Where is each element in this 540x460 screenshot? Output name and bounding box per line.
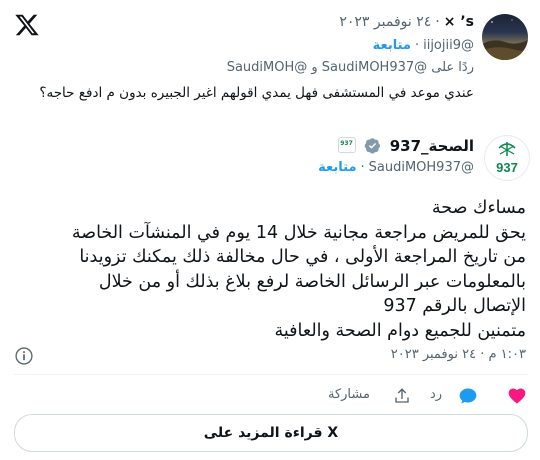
- tweet-line: مساءك صحة: [431, 198, 526, 218]
- moh-avatar[interactable]: 937: [484, 135, 530, 181]
- tweet-body: مساءك صحة يحق للمريض مراجعة مجانية خلال …: [16, 196, 526, 343]
- replying-to-prefix: ردًا على: [431, 60, 474, 75]
- tweet-line: الإتصال بالرقم 937: [383, 296, 526, 316]
- reply-author-avatar[interactable]: [482, 14, 528, 60]
- x-logo-icon[interactable]: [14, 12, 40, 38]
- replying-to-line: ردًا على @SaudiMOH937 و @SaudiMOH: [227, 60, 474, 75]
- reply-handle[interactable]: @iijojii9: [423, 38, 474, 53]
- reply-handle-line: @iijojii9·متابعة: [372, 38, 474, 53]
- share-icon: [395, 388, 409, 403]
- read-more-button[interactable]: قراءة المزيد على X: [14, 414, 528, 452]
- moh-avatar-text: 937: [496, 160, 518, 175]
- reply-follow-button[interactable]: متابعة: [373, 38, 411, 53]
- share-button[interactable]: [393, 386, 411, 410]
- verified-badge-icon: [364, 137, 381, 158]
- affiliate-badge-text: 937: [340, 140, 353, 147]
- reply-date[interactable]: ٢٤ نوفمبر ٢٠٢٣: [339, 14, 431, 30]
- share-label[interactable]: مشاركة: [328, 387, 370, 402]
- tweet-line: من تاريخ المراجعة الأولى ، في حال مخالفة…: [79, 247, 526, 267]
- tweet-follow-button[interactable]: متابعة: [318, 160, 356, 175]
- divider: [14, 374, 528, 375]
- tweet-handle[interactable]: @SaudiMOH937: [369, 160, 474, 175]
- heart-icon: [508, 388, 526, 404]
- tweet-line: بالمعلومات عبر الرسائل الخاصة لرفع بلاغ …: [98, 271, 526, 292]
- reply-button[interactable]: [458, 386, 478, 410]
- reply-icon: [459, 388, 477, 404]
- tweet-display-name[interactable]: الصحة_937: [390, 137, 474, 155]
- affiliate-badge[interactable]: 937: [338, 137, 357, 153]
- tweet-author-line: الصحة_937 937: [338, 137, 474, 158]
- tweet-handle-line: @SaudiMOH937·متابعة: [318, 160, 474, 175]
- reply-label[interactable]: رد: [430, 387, 442, 402]
- reply-author-line: s’ ×·٢٤ نوفمبر ٢٠٢٣: [339, 14, 474, 30]
- tweet-line: متمنين للجميع دوام الصحة والعافية: [274, 320, 526, 341]
- tweet-timestamp[interactable]: ١:٠٣ م · ٢٤ نوفمبر ٢٠٢٣: [391, 347, 526, 362]
- reply-display-name[interactable]: s’ ×: [444, 14, 474, 30]
- tweet-line: يحق للمريض مراجعة مجانية خلال 14 يوم في …: [71, 222, 526, 243]
- replying-to-accounts[interactable]: @SaudiMOH937 و @SaudiMOH: [227, 60, 427, 75]
- info-icon[interactable]: [14, 346, 34, 366]
- reply-text: عندي موعد في المستشفى فهل يمدي اقولهم اغ…: [39, 85, 474, 101]
- like-button[interactable]: [507, 386, 527, 410]
